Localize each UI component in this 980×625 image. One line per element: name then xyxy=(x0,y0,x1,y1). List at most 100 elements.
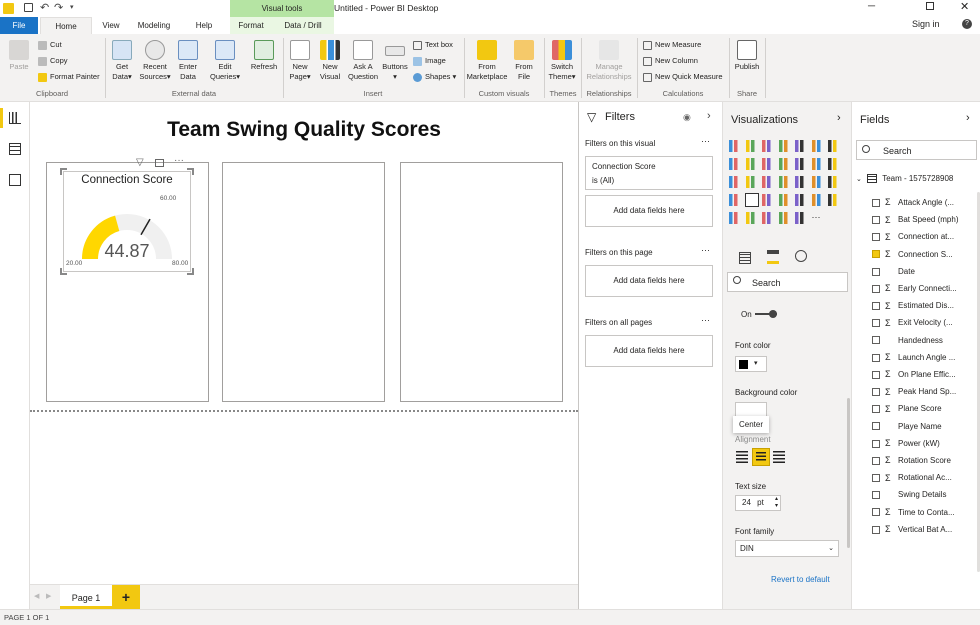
field-item[interactable]: Σ Connection S... xyxy=(872,246,980,263)
field-item[interactable]: Σ Early Connecti... xyxy=(872,280,980,297)
add-fields-drop-zone-all[interactable]: Add data fields here xyxy=(585,335,713,367)
field-item[interactable]: Σ Peak Hand Sp... xyxy=(872,383,980,400)
cut-button[interactable]: Cut xyxy=(38,40,62,50)
visual-type-icon[interactable] xyxy=(729,140,741,152)
align-left-button[interactable] xyxy=(736,451,748,463)
field-item[interactable]: Σ On Plane Effic... xyxy=(872,366,980,383)
text-box-button[interactable]: Text box xyxy=(413,40,453,50)
checkbox[interactable] xyxy=(872,353,880,362)
field-item[interactable]: Date xyxy=(872,263,980,280)
visual-type-icon[interactable] xyxy=(762,140,774,152)
checkbox[interactable] xyxy=(872,319,880,328)
checkbox[interactable] xyxy=(872,388,880,397)
switch-theme-button[interactable]: Switch Theme▾ xyxy=(546,40,578,82)
visual-type-icon[interactable] xyxy=(745,140,758,152)
table-node[interactable]: ⌄ Team - 1575728908 xyxy=(856,174,978,184)
stepper-arrows-icon[interactable]: ▴ ▾ xyxy=(775,496,778,510)
visual-type-icon[interactable] xyxy=(778,140,791,152)
collapse-pane-icon[interactable]: › xyxy=(966,112,970,124)
redo-icon[interactable]: ↷ xyxy=(54,1,63,14)
visual-type-icon[interactable] xyxy=(745,158,758,170)
checkbox[interactable] xyxy=(872,233,880,242)
publish-button[interactable]: Publish xyxy=(732,40,762,72)
visual-card-3[interactable] xyxy=(400,162,563,402)
visual-type-icon[interactable] xyxy=(811,158,824,170)
field-item[interactable]: Σ Launch Angle ... xyxy=(872,349,980,366)
checkbox[interactable] xyxy=(872,525,880,534)
close-icon[interactable]: ✕ xyxy=(960,0,969,13)
field-item[interactable]: Σ Bat Speed (mph) xyxy=(872,211,980,228)
buttons-button[interactable]: Buttons ▾ xyxy=(380,40,410,82)
visual-type-icon[interactable] xyxy=(745,176,758,188)
page-next-icon[interactable]: ▶ xyxy=(46,592,51,600)
visual-type-icon[interactable] xyxy=(778,212,791,224)
add-page-button[interactable]: + xyxy=(112,585,140,609)
new-measure-button[interactable]: New Measure xyxy=(643,40,701,50)
checkbox[interactable] xyxy=(872,508,880,517)
model-view-icon[interactable] xyxy=(9,174,21,186)
visual-type-icon[interactable] xyxy=(828,140,840,152)
field-item[interactable]: Σ Power (kW) xyxy=(872,435,980,452)
visual-type-icon[interactable] xyxy=(762,212,774,224)
new-visual-button[interactable]: New Visual xyxy=(316,40,344,82)
visual-type-icon[interactable] xyxy=(828,176,840,188)
edit-queries-button[interactable]: Edit Queries▾ xyxy=(206,40,244,82)
report-title[interactable]: Team Swing Quality Scores xyxy=(30,118,578,142)
gauge-visual[interactable]: Connection Score 44.87 20.00 80.00 60.00 xyxy=(63,171,191,272)
visual-type-icon[interactable] xyxy=(811,194,824,206)
resize-handle[interactable] xyxy=(187,268,194,275)
focus-mode-icon[interactable] xyxy=(155,159,164,167)
field-item[interactable]: Playe Name xyxy=(872,418,980,435)
checkbox[interactable] xyxy=(872,405,880,414)
visual-type-icon[interactable] xyxy=(729,212,741,224)
visual-filter-icon[interactable]: ▽ xyxy=(136,157,144,168)
tab-file[interactable]: File xyxy=(0,17,38,34)
minimize-icon[interactable]: ─ xyxy=(868,1,875,12)
field-item[interactable]: Σ Exit Velocity (... xyxy=(872,314,980,331)
more-visuals-icon[interactable]: ··· xyxy=(812,212,824,224)
text-size-stepper[interactable]: 24 pt ▴ ▾ xyxy=(735,495,781,511)
field-item[interactable]: Σ Plane Score xyxy=(872,400,980,417)
visual-type-icon[interactable] xyxy=(795,176,807,188)
collapse-pane-icon[interactable]: › xyxy=(837,112,841,124)
tab-view[interactable]: View xyxy=(95,17,127,34)
font-color-picker[interactable]: ▾ xyxy=(735,356,767,372)
visual-type-icon[interactable] xyxy=(795,212,807,224)
field-item[interactable]: Σ Rotational Ac... xyxy=(872,469,980,486)
visual-type-icon[interactable] xyxy=(795,158,807,170)
field-item[interactable]: Σ Time to Conta... xyxy=(872,504,980,521)
report-view-icon[interactable] xyxy=(9,112,21,124)
tab-modeling[interactable]: Modeling xyxy=(130,17,178,34)
resize-handle[interactable] xyxy=(187,168,194,175)
visual-type-icon[interactable] xyxy=(762,158,774,170)
manage-relationships-button[interactable]: Manage Relationships xyxy=(583,40,635,82)
checkbox[interactable] xyxy=(872,439,880,448)
format-paint-roller-icon[interactable] xyxy=(767,250,779,264)
field-item[interactable]: Handedness xyxy=(872,332,980,349)
align-center-button[interactable] xyxy=(752,448,770,466)
field-item[interactable]: Σ Rotation Score xyxy=(872,452,980,469)
section-more-icon[interactable]: ··· xyxy=(701,245,710,255)
save-icon[interactable] xyxy=(24,3,33,12)
filter-card-connection-score[interactable]: Connection Score is (All) xyxy=(585,156,713,190)
visual-type-icon[interactable] xyxy=(762,194,774,206)
page-prev-icon[interactable]: ◀ xyxy=(34,592,39,600)
tab-format[interactable]: Format xyxy=(230,17,272,34)
field-item[interactable]: Σ Estimated Dis... xyxy=(872,297,980,314)
visual-type-icon[interactable] xyxy=(729,158,741,170)
page-tab[interactable]: Page 1 xyxy=(60,585,112,609)
section-more-icon[interactable]: ··· xyxy=(701,136,710,146)
resize-handle[interactable] xyxy=(60,168,67,175)
field-item[interactable]: Σ Connection at... xyxy=(872,228,980,245)
field-item[interactable]: Σ Attack Angle (... xyxy=(872,194,980,211)
visual-type-icon[interactable] xyxy=(828,194,840,206)
section-more-icon[interactable]: ··· xyxy=(701,315,710,325)
paste-button[interactable]: Paste xyxy=(4,40,34,72)
checkbox[interactable] xyxy=(872,422,880,431)
tab-data-drill[interactable]: Data / Drill xyxy=(272,17,334,34)
format-search-input[interactable]: Search xyxy=(727,272,848,292)
visual-type-icon[interactable] xyxy=(811,176,824,188)
fields-well-icon[interactable] xyxy=(739,252,751,264)
enter-data-button[interactable]: Enter Data xyxy=(174,40,202,82)
tab-home[interactable]: Home xyxy=(40,17,92,34)
